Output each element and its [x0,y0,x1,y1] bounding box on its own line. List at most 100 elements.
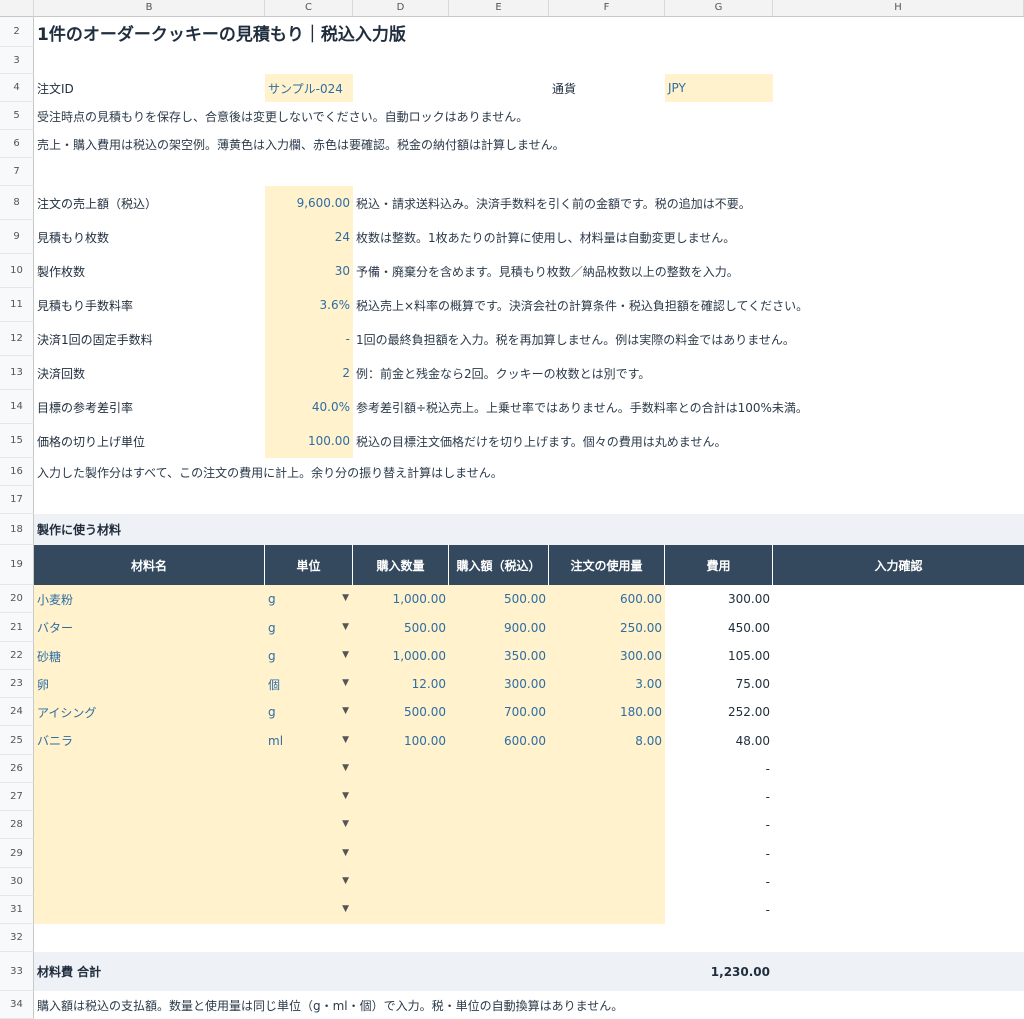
param-note[interactable]: 予備・廃棄分を含めます。見積もり枚数／納品枚数以上の整数を入力。 [353,254,1013,288]
note-input-legend[interactable]: 売上・購入費用は税込の架空例。薄黄色は入力欄、赤色は要確認。税金の納付額は計算し… [34,130,934,158]
input-check-cell[interactable] [773,896,1024,924]
purchase-qty-input[interactable] [353,839,449,868]
material-name-input[interactable]: アイシング [34,698,265,726]
unit-select[interactable]: ▼ [265,839,353,868]
total-label[interactable]: 材料費 合計 [34,952,265,991]
usage-input[interactable] [549,839,665,868]
purchase-price-input[interactable]: 350.00 [449,642,549,670]
corner-cell[interactable] [0,0,34,17]
row-header[interactable]: 5 [0,102,34,130]
param-input[interactable]: 9,600.00 [265,186,353,220]
row-header[interactable]: 18 [0,514,34,545]
purchase-price-input[interactable]: 600.00 [449,726,549,755]
input-check-cell[interactable] [773,698,1024,726]
param-label[interactable]: 製作枚数 [34,254,265,288]
input-check-cell[interactable] [773,868,1024,896]
row-header[interactable]: 26 [0,755,34,783]
usage-input[interactable]: 600.00 [549,585,665,613]
input-check-cell[interactable] [773,642,1024,670]
cost-cell[interactable]: 450.00 [665,613,773,642]
param-note[interactable]: 税込の目標注文価格だけを切り上げます。個々の費用は丸めません。 [353,424,1013,458]
row-header[interactable]: 7 [0,158,34,186]
param-label[interactable]: 価格の切り上げ単位 [34,424,265,458]
purchase-qty-input[interactable] [353,783,449,811]
purchase-price-input[interactable] [449,868,549,896]
material-name-input[interactable]: 小麦粉 [34,585,265,613]
unit-select[interactable]: ml ▼ [265,726,353,755]
header-cost[interactable]: 費用 [665,545,773,585]
cost-cell[interactable]: 105.00 [665,642,773,670]
row-header[interactable]: 6 [0,130,34,158]
purchase-price-input[interactable] [449,755,549,783]
note-production-cost[interactable]: 入力した製作分はすべて、この注文の費用に計上。余り分の振り替え計算はしません。 [34,458,934,486]
purchase-price-input[interactable]: 500.00 [449,585,549,613]
cost-cell[interactable]: 48.00 [665,726,773,755]
purchase-qty-input[interactable] [353,755,449,783]
purchase-qty-input[interactable]: 100.00 [353,726,449,755]
cost-cell[interactable]: - [665,896,773,924]
usage-input[interactable] [549,811,665,839]
row-header[interactable]: 27 [0,783,34,811]
row-header[interactable]: 17 [0,486,34,514]
usage-input[interactable]: 300.00 [549,642,665,670]
unit-select[interactable]: 個 ▼ [265,670,353,698]
material-name-input[interactable]: バニラ [34,726,265,755]
unit-select[interactable]: g ▼ [265,698,353,726]
unit-select[interactable]: ▼ [265,868,353,896]
purchase-price-input[interactable]: 700.00 [449,698,549,726]
row-header[interactable]: 15 [0,424,34,458]
param-label[interactable]: 見積もり枚数 [34,220,265,254]
material-name-input[interactable] [34,896,265,924]
cost-cell[interactable]: - [665,839,773,868]
header-input-check[interactable]: 入力確認 [773,545,1024,585]
material-name-input[interactable] [34,868,265,896]
row-header[interactable]: 13 [0,356,34,390]
input-check-cell[interactable] [773,613,1024,642]
header-usage[interactable]: 注文の使用量 [549,545,665,585]
column-header-g[interactable]: G [665,0,773,17]
row-header[interactable]: 21 [0,613,34,642]
param-input[interactable]: 3.6% [265,288,353,322]
row-header[interactable]: 29 [0,839,34,868]
row-header[interactable]: 2 [0,17,34,47]
input-check-cell[interactable] [773,670,1024,698]
param-label[interactable]: 決済1回の固定手数料 [34,322,265,356]
param-note[interactable]: 税込売上×料率の概算です。決済会社の計算条件・税込負担額を確認してください。 [353,288,1013,322]
param-input[interactable]: 40.0% [265,390,353,424]
usage-input[interactable]: 250.00 [549,613,665,642]
row-header[interactable]: 31 [0,896,34,924]
row-header[interactable]: 19 [0,545,34,585]
param-note[interactable]: 参考差引額÷税込売上。上乗せ率ではありません。手数料率との合計は100%未満。 [353,390,1013,424]
row-header[interactable]: 10 [0,254,34,288]
unit-select[interactable]: g ▼ [265,613,353,642]
header-unit[interactable]: 単位 [265,545,353,585]
dropdown-arrow-icon[interactable]: ▼ [342,650,349,660]
purchase-price-input[interactable] [449,896,549,924]
param-input[interactable]: - [265,322,353,356]
row-header[interactable]: 33 [0,952,34,991]
param-note[interactable]: 例：前金と残金なら2回。クッキーの枚数とは別です。 [353,356,1013,390]
purchase-qty-input[interactable]: 500.00 [353,698,449,726]
row-header[interactable]: 3 [0,47,34,74]
param-note[interactable]: 税込・請求送料込み。決済手数料を引く前の金額です。税の追加は不要。 [353,186,1013,220]
purchase-qty-input[interactable] [353,868,449,896]
currency-input[interactable]: JPY [665,74,773,102]
purchase-qty-input[interactable]: 500.00 [353,613,449,642]
purchase-price-input[interactable] [449,811,549,839]
dropdown-arrow-icon[interactable]: ▼ [342,678,349,688]
row-header[interactable]: 28 [0,811,34,839]
row-header[interactable]: 32 [0,924,34,952]
param-input[interactable]: 2 [265,356,353,390]
purchase-qty-input[interactable]: 1,000.00 [353,585,449,613]
material-name-input[interactable] [34,839,265,868]
cost-cell[interactable]: - [665,783,773,811]
dropdown-arrow-icon[interactable]: ▼ [342,735,349,745]
row-header[interactable]: 14 [0,390,34,424]
dropdown-arrow-icon[interactable]: ▼ [342,904,349,914]
purchase-qty-input[interactable] [353,896,449,924]
material-name-input[interactable]: バター [34,613,265,642]
usage-input[interactable]: 3.00 [549,670,665,698]
row-header[interactable]: 30 [0,868,34,896]
param-input[interactable]: 100.00 [265,424,353,458]
unit-select[interactable]: g ▼ [265,642,353,670]
